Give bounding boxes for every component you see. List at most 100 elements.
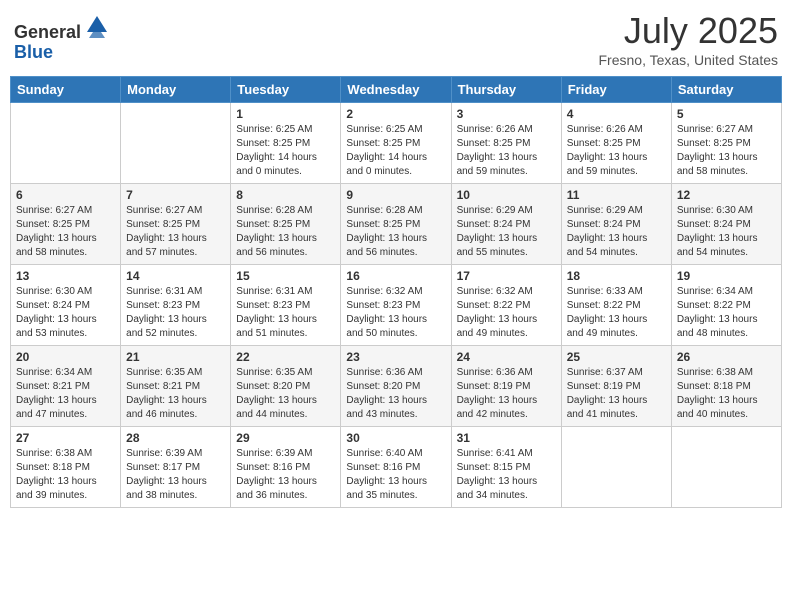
day-info: Sunrise: 6:31 AM Sunset: 8:23 PM Dayligh… xyxy=(236,285,335,341)
day-info: Sunrise: 6:25 AM Sunset: 8:25 PM Dayligh… xyxy=(346,123,445,179)
day-info: Sunrise: 6:27 AM Sunset: 8:25 PM Dayligh… xyxy=(126,204,225,260)
logo: General Blue xyxy=(14,10,111,63)
day-number: 8 xyxy=(236,188,335,202)
day-number: 16 xyxy=(346,269,445,283)
day-number: 14 xyxy=(126,269,225,283)
day-number: 2 xyxy=(346,107,445,121)
day-info: Sunrise: 6:39 AM Sunset: 8:17 PM Dayligh… xyxy=(126,447,225,503)
day-info: Sunrise: 6:39 AM Sunset: 8:16 PM Dayligh… xyxy=(236,447,335,503)
calendar-week-row: 6 Sunrise: 6:27 AM Sunset: 8:25 PM Daylig… xyxy=(11,184,782,265)
calendar-week-row: 1 Sunrise: 6:25 AM Sunset: 8:25 PM Daylig… xyxy=(11,103,782,184)
day-number: 4 xyxy=(567,107,666,121)
day-number: 20 xyxy=(16,350,115,364)
calendar-cell: 21 Sunrise: 6:35 AM Sunset: 8:21 PM Dayli… xyxy=(121,346,231,427)
calendar-cell: 1Sunrise: 6:25 AM Sunset: 8:25 PM Daylig… xyxy=(231,103,341,184)
calendar-week-row: 13 Sunrise: 6:30 AM Sunset: 8:24 PM Dayli… xyxy=(11,265,782,346)
day-number: 6 xyxy=(16,188,115,202)
logo-general: General xyxy=(14,22,81,42)
day-info: Sunrise: 6:34 AM Sunset: 8:22 PM Dayligh… xyxy=(677,285,776,341)
weekday-header: Saturday xyxy=(671,77,781,103)
calendar-cell: 29Sunrise: 6:39 AM Sunset: 8:16 PM Dayli… xyxy=(231,427,341,508)
day-info: Sunrise: 6:31 AM Sunset: 8:23 PM Dayligh… xyxy=(126,285,225,341)
day-number: 11 xyxy=(567,188,666,202)
day-number: 17 xyxy=(457,269,556,283)
day-number: 10 xyxy=(457,188,556,202)
calendar-cell: 26 Sunrise: 6:38 AM Sunset: 8:18 PM Dayli… xyxy=(671,346,781,427)
day-info: Sunrise: 6:34 AM Sunset: 8:21 PM Dayligh… xyxy=(16,366,115,422)
day-number: 24 xyxy=(457,350,556,364)
calendar-cell: 31Sunrise: 6:41 AM Sunset: 8:15 PM Dayli… xyxy=(451,427,561,508)
day-info: Sunrise: 6:35 AM Sunset: 8:21 PM Dayligh… xyxy=(126,366,225,422)
calendar-cell: 24Sunrise: 6:36 AM Sunset: 8:19 PM Dayli… xyxy=(451,346,561,427)
calendar-cell: 12 Sunrise: 6:30 AM Sunset: 8:24 PM Dayli… xyxy=(671,184,781,265)
day-info: Sunrise: 6:30 AM Sunset: 8:24 PM Dayligh… xyxy=(16,285,115,341)
calendar-cell: 4Sunrise: 6:26 AM Sunset: 8:25 PM Daylig… xyxy=(561,103,671,184)
calendar-cell xyxy=(561,427,671,508)
calendar-cell: 6 Sunrise: 6:27 AM Sunset: 8:25 PM Daylig… xyxy=(11,184,121,265)
calendar-cell: 14 Sunrise: 6:31 AM Sunset: 8:23 PM Dayli… xyxy=(121,265,231,346)
calendar-cell xyxy=(671,427,781,508)
day-info: Sunrise: 6:32 AM Sunset: 8:23 PM Dayligh… xyxy=(346,285,445,341)
logo-icon xyxy=(83,10,111,38)
day-info: Sunrise: 6:29 AM Sunset: 8:24 PM Dayligh… xyxy=(567,204,666,260)
day-info: Sunrise: 6:26 AM Sunset: 8:25 PM Dayligh… xyxy=(457,123,556,179)
weekday-header: Monday xyxy=(121,77,231,103)
day-number: 13 xyxy=(16,269,115,283)
calendar-week-row: 27 Sunrise: 6:38 AM Sunset: 8:18 PM Dayli… xyxy=(11,427,782,508)
calendar-cell: 23Sunrise: 6:36 AM Sunset: 8:20 PM Dayli… xyxy=(341,346,451,427)
location: Fresno, Texas, United States xyxy=(599,52,779,68)
day-number: 18 xyxy=(567,269,666,283)
day-number: 12 xyxy=(677,188,776,202)
day-info: Sunrise: 6:30 AM Sunset: 8:24 PM Dayligh… xyxy=(677,204,776,260)
weekday-header: Sunday xyxy=(11,77,121,103)
day-number: 30 xyxy=(346,431,445,445)
calendar-cell: 20 Sunrise: 6:34 AM Sunset: 8:21 PM Dayli… xyxy=(11,346,121,427)
day-info: Sunrise: 6:29 AM Sunset: 8:24 PM Dayligh… xyxy=(457,204,556,260)
calendar-cell: 27 Sunrise: 6:38 AM Sunset: 8:18 PM Dayli… xyxy=(11,427,121,508)
day-number: 19 xyxy=(677,269,776,283)
day-number: 21 xyxy=(126,350,225,364)
day-number: 26 xyxy=(677,350,776,364)
calendar-cell xyxy=(11,103,121,184)
month-title: July 2025 xyxy=(599,10,779,52)
day-number: 28 xyxy=(126,431,225,445)
calendar-cell: 8Sunrise: 6:28 AM Sunset: 8:25 PM Daylig… xyxy=(231,184,341,265)
day-info: Sunrise: 6:40 AM Sunset: 8:16 PM Dayligh… xyxy=(346,447,445,503)
day-number: 23 xyxy=(346,350,445,364)
day-number: 9 xyxy=(346,188,445,202)
day-info: Sunrise: 6:38 AM Sunset: 8:18 PM Dayligh… xyxy=(677,366,776,422)
weekday-header: Tuesday xyxy=(231,77,341,103)
calendar-week-row: 20 Sunrise: 6:34 AM Sunset: 8:21 PM Dayli… xyxy=(11,346,782,427)
day-number: 27 xyxy=(16,431,115,445)
calendar-cell: 13 Sunrise: 6:30 AM Sunset: 8:24 PM Dayli… xyxy=(11,265,121,346)
day-info: Sunrise: 6:38 AM Sunset: 8:18 PM Dayligh… xyxy=(16,447,115,503)
day-info: Sunrise: 6:27 AM Sunset: 8:25 PM Dayligh… xyxy=(677,123,776,179)
day-number: 1 xyxy=(236,107,335,121)
day-info: Sunrise: 6:37 AM Sunset: 8:19 PM Dayligh… xyxy=(567,366,666,422)
calendar-cell: 3 Sunrise: 6:26 AM Sunset: 8:25 PM Daylig… xyxy=(451,103,561,184)
day-info: Sunrise: 6:32 AM Sunset: 8:22 PM Dayligh… xyxy=(457,285,556,341)
calendar-cell: 16 Sunrise: 6:32 AM Sunset: 8:23 PM Dayli… xyxy=(341,265,451,346)
weekday-header: Friday xyxy=(561,77,671,103)
day-info: Sunrise: 6:28 AM Sunset: 8:25 PM Dayligh… xyxy=(346,204,445,260)
calendar-cell: 15 Sunrise: 6:31 AM Sunset: 8:23 PM Dayli… xyxy=(231,265,341,346)
day-number: 7 xyxy=(126,188,225,202)
day-number: 15 xyxy=(236,269,335,283)
day-info: Sunrise: 6:27 AM Sunset: 8:25 PM Dayligh… xyxy=(16,204,115,260)
calendar-cell: 9 Sunrise: 6:28 AM Sunset: 8:25 PM Daylig… xyxy=(341,184,451,265)
day-info: Sunrise: 6:35 AM Sunset: 8:20 PM Dayligh… xyxy=(236,366,335,422)
calendar-cell: 7 Sunrise: 6:27 AM Sunset: 8:25 PM Daylig… xyxy=(121,184,231,265)
day-number: 5 xyxy=(677,107,776,121)
calendar-cell: 25Sunrise: 6:37 AM Sunset: 8:19 PM Dayli… xyxy=(561,346,671,427)
calendar-cell: 17 Sunrise: 6:32 AM Sunset: 8:22 PM Dayli… xyxy=(451,265,561,346)
calendar-cell: 10 Sunrise: 6:29 AM Sunset: 8:24 PM Dayli… xyxy=(451,184,561,265)
calendar-table: SundayMondayTuesdayWednesdayThursdayFrid… xyxy=(10,76,782,508)
logo-blue: Blue xyxy=(14,42,53,62)
calendar-cell: 5 Sunrise: 6:27 AM Sunset: 8:25 PM Daylig… xyxy=(671,103,781,184)
weekday-header: Wednesday xyxy=(341,77,451,103)
day-number: 31 xyxy=(457,431,556,445)
calendar-cell: 19 Sunrise: 6:34 AM Sunset: 8:22 PM Dayli… xyxy=(671,265,781,346)
calendar-cell xyxy=(121,103,231,184)
title-block: July 2025 Fresno, Texas, United States xyxy=(599,10,779,68)
day-number: 3 xyxy=(457,107,556,121)
